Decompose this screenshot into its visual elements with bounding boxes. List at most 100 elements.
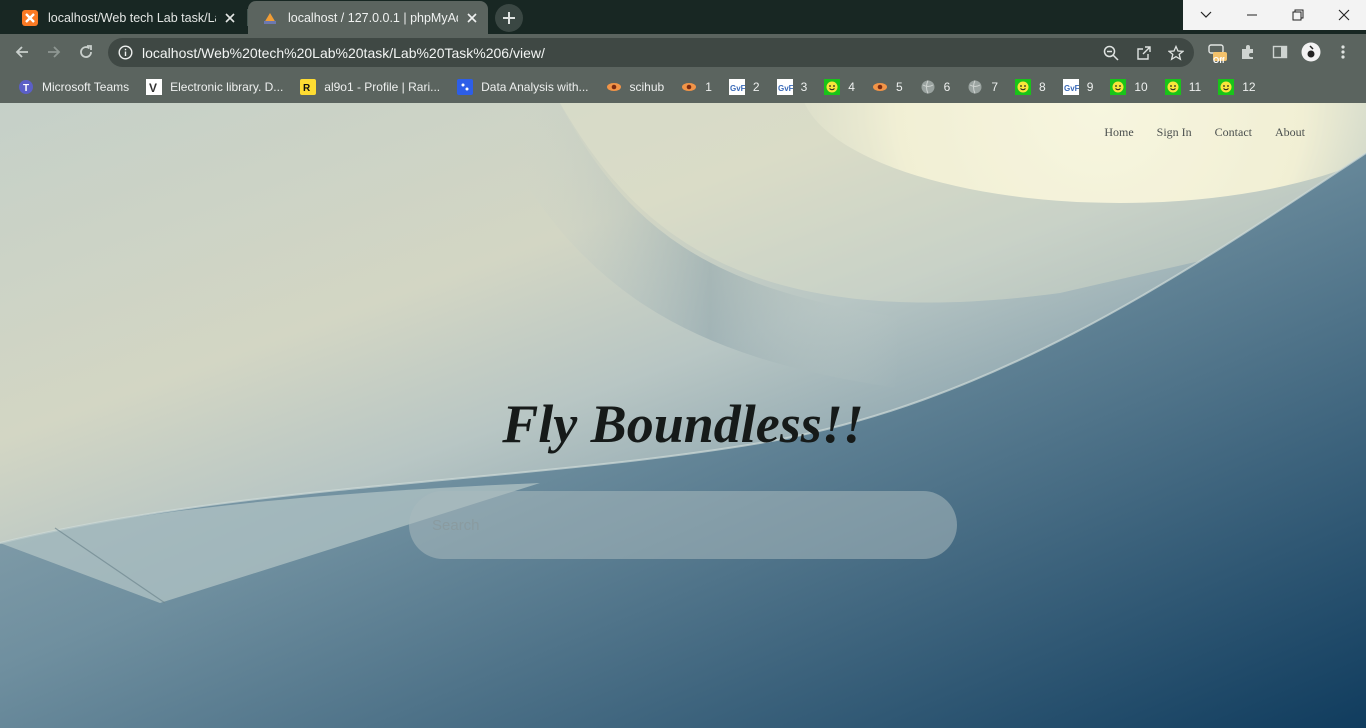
bookmark-scihub[interactable]: scihub	[601, 74, 670, 100]
globe-icon	[967, 79, 983, 95]
bookmark-11[interactable]: 11	[1160, 74, 1206, 100]
tab-title: localhost/Web tech Lab task/Lab	[48, 10, 216, 25]
address-bar[interactable]: localhost/Web%20tech%20Lab%20task/Lab%20…	[108, 38, 1194, 67]
web-page: Home Sign In Contact About Fly Boundless…	[0, 103, 1366, 728]
back-arrow-icon	[15, 46, 28, 58]
search-input[interactable]	[409, 491, 957, 559]
bookmark-7[interactable]: 7	[962, 74, 1003, 100]
gvf-icon: GvF	[776, 78, 793, 95]
extension-badge: Off	[1213, 56, 1225, 65]
nav-home-link[interactable]: Home	[1104, 125, 1133, 140]
bookmark-label: 1	[705, 79, 712, 94]
smiley-icon	[824, 78, 841, 95]
reload-icon	[80, 45, 92, 58]
bookmark-microsoft-teams[interactable]: T Microsoft Teams	[13, 74, 134, 100]
profile-avatar[interactable]	[1301, 42, 1321, 62]
bookmark-6[interactable]: 6	[915, 74, 956, 100]
reload-button[interactable]	[72, 38, 100, 66]
bookmark-9[interactable]: GvF 9	[1058, 74, 1099, 100]
forward-button[interactable]	[40, 38, 68, 66]
gvf-icon: GvF	[728, 78, 745, 95]
smiley-icon	[1218, 78, 1235, 95]
bookmark-electronic-library[interactable]: V Electronic library. D...	[141, 74, 288, 100]
forward-arrow-icon	[48, 46, 61, 58]
eye-icon	[606, 79, 622, 95]
svg-text:GvF: GvF	[1064, 84, 1079, 93]
globe-icon	[920, 79, 936, 95]
eye-icon	[872, 79, 888, 95]
bookmark-label: Data Analysis with...	[481, 79, 589, 94]
tab-phpmyadmin[interactable]: localhost / 127.0.0.1 | phpMyAdmin	[248, 1, 488, 34]
bookmark-star-icon[interactable]	[1167, 44, 1185, 62]
side-panel-icon[interactable]	[1270, 42, 1290, 62]
new-tab-button[interactable]	[495, 4, 523, 32]
bookmark-label: 7	[991, 79, 998, 94]
svg-text:GvF: GvF	[730, 84, 745, 93]
share-icon[interactable]	[1135, 44, 1153, 62]
bookmark-label: 2	[752, 79, 760, 94]
bookmark-label: 6	[943, 79, 951, 94]
bookmark-3[interactable]: GvF 3	[772, 74, 813, 100]
extensions-puzzle-icon[interactable]	[1238, 42, 1258, 62]
bookmark-2[interactable]: GvF 2	[724, 74, 765, 100]
url-text[interactable]: localhost/Web%20tech%20Lab%20task/Lab%20…	[142, 45, 545, 61]
bookmark-label: scihub	[629, 79, 665, 94]
browser-toolbar: localhost/Web%20tech%20Lab%20task/Lab%20…	[0, 34, 1366, 70]
bookmark-5[interactable]: 5	[867, 74, 908, 100]
smiley-icon	[1110, 78, 1127, 95]
teams-icon: T	[18, 79, 34, 95]
restore-button[interactable]	[1275, 0, 1321, 30]
minimize-button[interactable]	[1229, 0, 1275, 30]
bookmark-label: al9o1 - Profile | Rari...	[324, 79, 441, 94]
back-button[interactable]	[8, 38, 36, 66]
close-window-button[interactable]	[1321, 0, 1366, 30]
bookmark-label: Electronic library. D...	[170, 79, 284, 94]
eye-icon	[681, 79, 697, 95]
svg-text:T: T	[23, 83, 29, 94]
hero-title: Fly Boundless!!	[502, 394, 864, 454]
bookmark-4[interactable]: 4	[819, 74, 860, 100]
bookmark-10[interactable]: 10	[1105, 74, 1152, 100]
dots-icon	[457, 78, 474, 95]
bookmark-label: 9	[1086, 79, 1094, 94]
nav-contact-link[interactable]: Contact	[1215, 125, 1252, 140]
bookmark-label: 3	[800, 79, 808, 94]
kebab-menu-icon[interactable]	[1333, 42, 1353, 62]
phpmyadmin-icon	[262, 10, 278, 26]
close-icon[interactable]	[464, 10, 480, 26]
smiley-icon	[1015, 78, 1031, 95]
info-icon[interactable]	[118, 45, 133, 60]
close-icon[interactable]	[222, 10, 238, 26]
bookmark-label: 10	[1134, 79, 1148, 94]
tab-title: localhost / 127.0.0.1 | phpMyAdmin	[288, 10, 458, 25]
nav-sign-in-link[interactable]: Sign In	[1157, 125, 1192, 140]
tab-lab-task[interactable]: localhost/Web tech Lab task/Lab	[8, 1, 246, 34]
tab-search-button[interactable]	[1183, 0, 1229, 30]
bookmark-rarible[interactable]: R al9o1 - Profile | Rari...	[295, 74, 445, 100]
close-icon	[1338, 9, 1349, 21]
bookmark-label: 8	[1039, 79, 1046, 94]
svg-text:R: R	[303, 83, 311, 94]
top-nav: Home Sign In Contact About	[1104, 125, 1305, 140]
bookmark-label: 5	[895, 79, 903, 94]
minimize-icon	[1247, 14, 1257, 16]
bookmark-label: 12	[1242, 79, 1256, 94]
plus-icon	[503, 12, 515, 24]
bookmark-label: 11	[1188, 79, 1202, 94]
nav-about-link[interactable]: About	[1275, 125, 1305, 140]
bookmark-1[interactable]: 1	[676, 74, 717, 100]
gvf-icon: GvF	[1062, 78, 1079, 95]
restore-icon	[1292, 9, 1304, 21]
bookmark-12[interactable]: 12	[1213, 74, 1260, 100]
zoom-icon[interactable]	[1102, 44, 1120, 62]
chevron-down-icon	[1200, 11, 1212, 18]
bookmark-label: 4	[848, 79, 855, 94]
tab-strip: localhost/Web tech Lab task/Lab localhos…	[0, 0, 1366, 34]
bookmark-label: Microsoft Teams	[42, 79, 130, 94]
bookmark-8[interactable]: 8	[1010, 74, 1051, 100]
bookmarks-bar: T Microsoft Teams V Electronic library. …	[0, 70, 1366, 103]
v-icon: V	[146, 78, 163, 95]
bookmark-data-analysis[interactable]: Data Analysis with...	[452, 74, 593, 100]
xampp-icon	[22, 9, 38, 26]
svg-text:V: V	[149, 81, 157, 95]
